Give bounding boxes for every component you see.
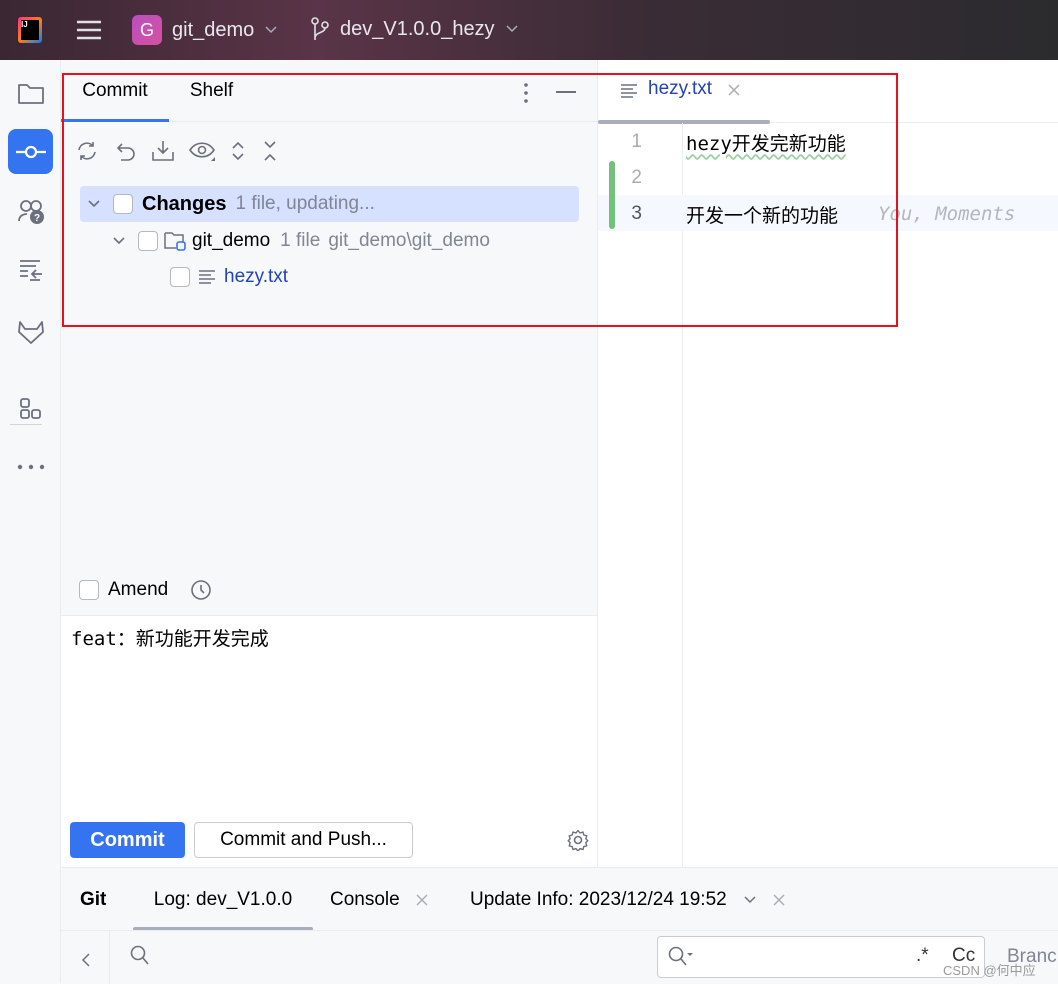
tab-shelf[interactable]: Shelf [169, 80, 254, 122]
code-line[interactable]: 1 hezy开发完新功能 [598, 124, 1058, 160]
gutter-divider [682, 123, 683, 867]
main-menu-icon[interactable] [76, 19, 102, 41]
title-bar: IJ G git_demo dev_V1.0.0_hezy [0, 0, 1058, 60]
chevron-down-icon[interactable] [112, 236, 126, 246]
update-download-icon[interactable] [151, 140, 175, 162]
collapse-all-icon[interactable] [261, 140, 279, 162]
project-folder-icon[interactable] [8, 70, 53, 115]
blame-annotation: You, Moments [878, 203, 1016, 225]
line-number: 1 [631, 131, 642, 152]
search-history-icon[interactable] [668, 946, 694, 968]
refresh-icon[interactable] [75, 140, 99, 162]
show-diff-eye-icon[interactable] [189, 140, 215, 162]
close-icon[interactable] [728, 84, 740, 96]
changes-checkbox[interactable] [113, 194, 133, 214]
editor-tab-hezy-txt[interactable]: hezy.txt [598, 78, 770, 124]
module-label: git_demo [192, 230, 271, 251]
more-icon[interactable] [8, 444, 53, 489]
plugins-icon[interactable] [8, 386, 53, 431]
svg-text:?: ? [33, 213, 39, 224]
tab-console[interactable]: Console [330, 889, 428, 911]
changes-merge-icon[interactable] [8, 247, 53, 292]
code-lines: 1 hezy开发完新功能 2 3 开发一个新的功能 You, Moments [598, 124, 1058, 232]
intellij-logo-icon[interactable]: IJ [18, 17, 42, 43]
collapse-left-icon[interactable] [81, 952, 91, 968]
module-node[interactable]: git_demo 1 file git_demo\git_demo [80, 223, 579, 259]
commit-toolbar [75, 140, 279, 162]
minimize-icon[interactable] [556, 91, 576, 93]
commit-panel: Commit Shelf Changes 1 file, updating...… [61, 60, 598, 867]
changes-meta: 1 file, updating... [235, 193, 375, 214]
amend-label: Amend [108, 579, 169, 600]
expand-all-icon[interactable] [229, 140, 247, 162]
module-folder-icon [164, 230, 188, 252]
line-number: 3 [631, 203, 642, 224]
project-selector[interactable]: G git_demo [132, 15, 278, 45]
module-checkbox[interactable] [138, 231, 158, 251]
tab-label: hezy.txt [648, 78, 713, 99]
branch-selector[interactable]: dev_V1.0.0_hezy [310, 17, 519, 41]
chevron-down-icon [505, 24, 519, 34]
git-title: Git [80, 889, 107, 910]
tab-label: Log: dev_V1.0.0 [153, 889, 293, 910]
changes-node[interactable]: Changes 1 file, updating... [80, 186, 579, 222]
editor: hezy.txt 1 hezy开发完新功能 2 3 开发一个新的功能 You, Mom… [598, 60, 1058, 867]
commit-message-text: feat：新功能开发完成 [71, 628, 269, 650]
file-checkbox[interactable] [170, 267, 190, 287]
file-label: hezy.txt [224, 266, 289, 287]
commit-and-push-button[interactable]: Commit and Push... [194, 822, 413, 858]
close-icon[interactable] [416, 894, 428, 906]
module-path: git_demo\git_demo [328, 230, 490, 251]
pull-requests-icon[interactable]: ? [8, 188, 53, 233]
history-clock-icon[interactable] [190, 579, 212, 601]
text-file-icon [620, 83, 638, 99]
settings-gear-icon[interactable] [567, 829, 589, 851]
line-number: 2 [631, 167, 642, 188]
amend-option[interactable]: Amend [79, 579, 212, 601]
tab-update-info[interactable]: Update Info: 2023/12/24 19:52 [470, 889, 785, 911]
gitlab-icon[interactable] [8, 309, 53, 354]
tab-label: Update Info: 2023/12/24 19:52 [470, 889, 727, 910]
search-icon [130, 945, 150, 967]
code-line[interactable]: 2 [598, 160, 1058, 196]
branch-icon [310, 17, 330, 41]
chevron-down-icon[interactable] [87, 199, 101, 209]
git-tool-window: Git Log: dev_V1.0.0 Console Update Info:… [61, 867, 1058, 984]
module-count: 1 file [280, 230, 321, 251]
project-name: git_demo [172, 18, 255, 41]
options-menu-icon[interactable] [523, 82, 529, 104]
line-text: 开发一个新的功能 [686, 205, 839, 227]
tool-window-bar: ? [0, 60, 61, 983]
log-search-input[interactable]: .* Cc [657, 936, 985, 978]
text-file-icon [198, 269, 216, 285]
line-text: hezy开发完新功能 [686, 132, 846, 155]
changes-label: Changes [142, 192, 227, 215]
amend-checkbox[interactable] [79, 580, 99, 600]
commit-button[interactable]: Commit [70, 822, 185, 858]
tab-log[interactable]: Log: dev_V1.0.0 [133, 889, 313, 931]
tab-label: Shelf [189, 80, 234, 101]
chevron-down-icon[interactable] [743, 895, 757, 905]
tab-label: Console [330, 889, 400, 910]
branch-search-input[interactable] [110, 931, 654, 981]
regex-toggle[interactable]: .* [916, 945, 929, 967]
commit-tool-icon[interactable] [8, 129, 53, 174]
file-node[interactable]: hezy.txt [80, 259, 579, 295]
tab-commit[interactable]: Commit [61, 80, 169, 122]
project-avatar: G [132, 15, 162, 45]
rollback-icon[interactable] [113, 140, 137, 162]
tab-label: Commit [82, 80, 148, 101]
code-line[interactable]: 3 开发一个新的功能 You, Moments [598, 196, 1058, 232]
watermark: CSDN @何中应 [943, 963, 1036, 978]
branch-name: dev_V1.0.0_hezy [340, 17, 495, 40]
close-icon[interactable] [773, 894, 785, 906]
chevron-down-icon [264, 25, 278, 35]
